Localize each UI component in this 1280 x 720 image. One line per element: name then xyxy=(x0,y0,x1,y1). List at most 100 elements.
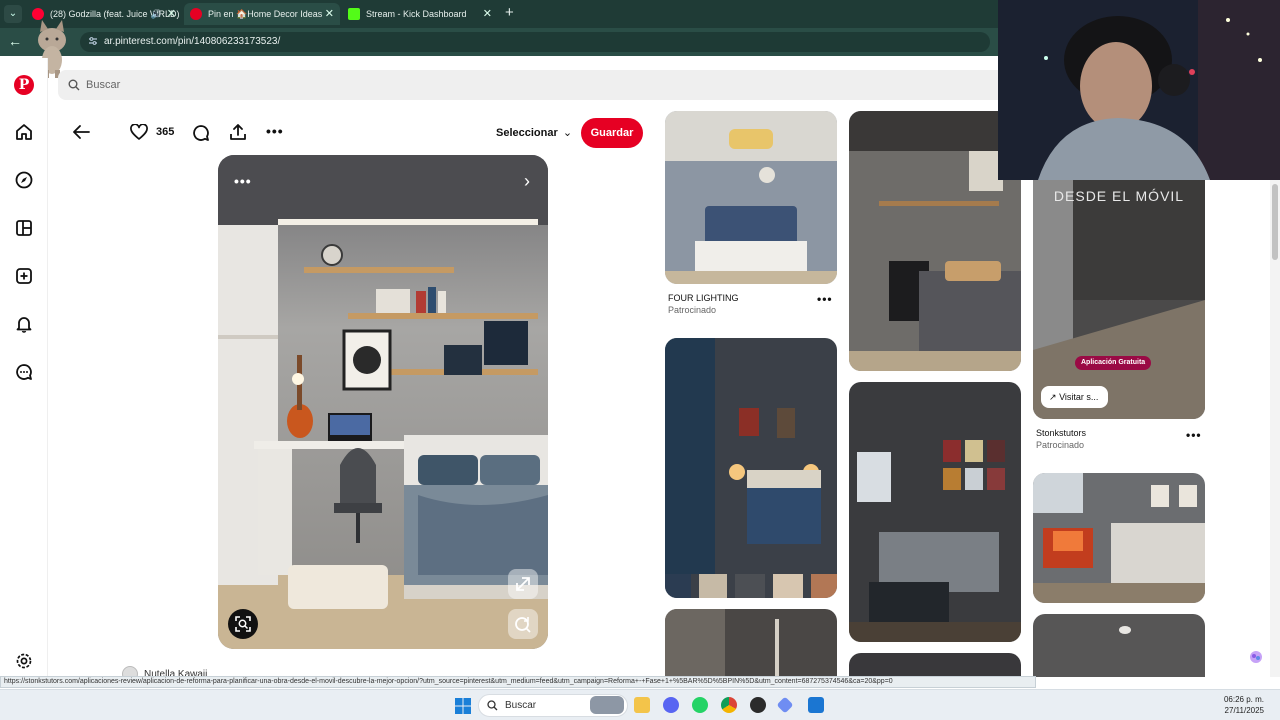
search-placeholder: Buscar xyxy=(86,79,121,91)
ad-headline: DESDE EL MÓVIL xyxy=(1053,188,1185,204)
app-diamond-icon[interactable] xyxy=(776,696,794,714)
url-input[interactable]: ar.pinterest.com/pin/140806233173523/ xyxy=(80,32,990,52)
new-tab-button[interactable]: + xyxy=(505,4,514,21)
heart-icon xyxy=(130,124,148,140)
bedroom-photo xyxy=(849,111,1021,371)
more-options-icon[interactable]: ••• xyxy=(266,123,284,139)
tab-search-button[interactable]: ⌄ xyxy=(4,5,22,23)
more-options-icon[interactable]: ••• xyxy=(817,292,833,306)
search-input[interactable]: Buscar xyxy=(58,70,1008,100)
tab-pinterest[interactable]: Pin en 🏠Home Decor Ideas ✕ xyxy=(184,3,340,25)
feed-caption[interactable]: Stonkstutors Patrocinado xyxy=(1036,428,1086,450)
bedroom-photo xyxy=(665,111,837,284)
expand-icon[interactable] xyxy=(508,569,538,599)
close-icon[interactable]: ✕ xyxy=(483,3,492,25)
feed-pin-stonkstutors-ad[interactable]: DESDE EL MÓVIL Aplicación Gratuita ↗ Vis… xyxy=(1033,180,1205,419)
feed-title: Stonkstutors xyxy=(1036,428,1087,438)
board-select-dropdown[interactable]: Seleccionar ⌄ xyxy=(496,126,572,139)
pin-toolbar: 365 ••• Seleccionar ⌄ Guardar xyxy=(73,112,652,154)
visit-site-button[interactable]: ↗ Visitar s... xyxy=(1041,386,1109,408)
board-select-label: Seleccionar xyxy=(496,127,558,139)
room-photo xyxy=(1033,614,1205,677)
tab-title: Stream - Kick Dashboard xyxy=(366,9,467,19)
windows-taskbar: Buscar 06:26 p. m. 27/11/2025 xyxy=(0,689,1280,720)
feed-pin[interactable] xyxy=(849,111,1021,371)
clock-time: 06:26 p. m. xyxy=(1223,695,1264,704)
kick-icon xyxy=(348,8,360,20)
close-icon[interactable]: ✕ xyxy=(325,3,334,25)
bedroom-photo xyxy=(849,382,1021,642)
feed-pin[interactable] xyxy=(665,338,837,598)
room-photo xyxy=(849,653,1021,677)
home-icon[interactable] xyxy=(12,120,36,144)
sponsored-label: Patrocinado xyxy=(668,305,717,315)
close-icon[interactable]: ✕ xyxy=(167,3,176,25)
search-icon xyxy=(487,700,498,711)
speaker-icon[interactable]: 🔊 xyxy=(151,3,162,25)
scrollbar-thumb[interactable] xyxy=(1272,184,1278,260)
address-bar-row: ← ar.pinterest.com/pin/140806233173523/ xyxy=(0,28,1000,56)
search-highlight-icon xyxy=(590,696,624,714)
feed-title: FOUR LIGHTING xyxy=(668,293,739,303)
system-clock[interactable]: 06:26 p. m. 27/11/2025 xyxy=(1224,694,1264,716)
file-explorer-icon[interactable] xyxy=(634,697,650,713)
share-icon[interactable] xyxy=(229,123,247,141)
feed-pin-four-lighting[interactable] xyxy=(665,111,837,284)
feed-pin[interactable] xyxy=(849,382,1021,642)
external-link-icon: ↗ xyxy=(1049,392,1057,402)
obs-icon[interactable] xyxy=(750,697,766,713)
back-arrow-icon[interactable] xyxy=(72,124,90,140)
browser-back-icon[interactable]: ← xyxy=(8,33,22,49)
link-status-bar: https://stonkstutors.com/aplicaciones-re… xyxy=(0,676,1036,688)
bedroom-photo xyxy=(1033,473,1205,603)
pin-detail: 365 ••• Seleccionar ⌄ Guardar ••• › Nute… xyxy=(73,112,652,692)
clock-date: 27/11/2025 xyxy=(1224,706,1264,715)
visual-search-icon[interactable] xyxy=(228,609,258,639)
store-icon[interactable] xyxy=(808,697,824,713)
explore-icon[interactable] xyxy=(12,168,36,192)
search-label: Buscar xyxy=(505,700,537,711)
promo-badge: Aplicación Gratuita xyxy=(1075,356,1152,370)
bedroom-photo xyxy=(665,338,837,598)
brain-extension-icon[interactable] xyxy=(1249,650,1263,664)
feed-pin[interactable] xyxy=(849,653,1021,677)
create-icon[interactable] xyxy=(12,264,36,288)
chevron-down-icon: ⌄ xyxy=(562,127,573,139)
webcam-overlay xyxy=(998,0,1280,180)
like-count: 365 xyxy=(156,126,175,138)
discord-icon[interactable] xyxy=(663,697,679,713)
sponsored-label: Patrocinado xyxy=(1036,440,1085,450)
comment-icon[interactable] xyxy=(192,124,210,142)
tab-kick[interactable]: Stream - Kick Dashboard ✕ xyxy=(342,3,498,25)
feed-pin[interactable] xyxy=(1033,614,1205,677)
messages-icon[interactable] xyxy=(12,360,36,384)
page-scrollbar[interactable] xyxy=(1270,180,1280,677)
save-button[interactable]: Guardar xyxy=(581,118,643,148)
feed-pin[interactable] xyxy=(1033,473,1205,603)
room-photo xyxy=(665,609,837,677)
boards-icon[interactable] xyxy=(12,216,36,240)
empty-room-photo xyxy=(1033,180,1205,419)
pinterest-icon xyxy=(190,8,202,20)
pin-image[interactable]: ••• › xyxy=(218,155,548,649)
like-button[interactable]: 365 xyxy=(130,124,174,140)
feed-pin[interactable] xyxy=(665,609,837,677)
settings-icon[interactable] xyxy=(12,649,36,673)
feed-caption[interactable]: FOUR LIGHTING Patrocinado xyxy=(668,293,739,315)
image-more-icon[interactable]: ••• xyxy=(234,173,252,189)
whatsapp-icon[interactable] xyxy=(692,697,708,713)
search-icon xyxy=(68,79,80,91)
more-options-icon[interactable]: ••• xyxy=(1186,428,1202,442)
notifications-icon[interactable] xyxy=(12,312,36,336)
pinterest-sidebar: P xyxy=(0,58,48,678)
tab-title: Pin en 🏠Home Decor Ideas xyxy=(208,9,323,19)
chrome-icon[interactable] xyxy=(721,697,737,713)
windows-start-icon[interactable] xyxy=(455,698,471,714)
chevron-right-icon[interactable]: › xyxy=(524,171,530,192)
bedroom-photo xyxy=(218,155,548,649)
site-info-icon[interactable] xyxy=(88,36,98,46)
streamer-webcam-image xyxy=(998,0,1280,180)
pinterest-logo-icon[interactable]: P xyxy=(14,75,34,95)
refresh-lens-icon[interactable] xyxy=(508,609,538,639)
visit-label: Visitar s... xyxy=(1059,392,1099,402)
